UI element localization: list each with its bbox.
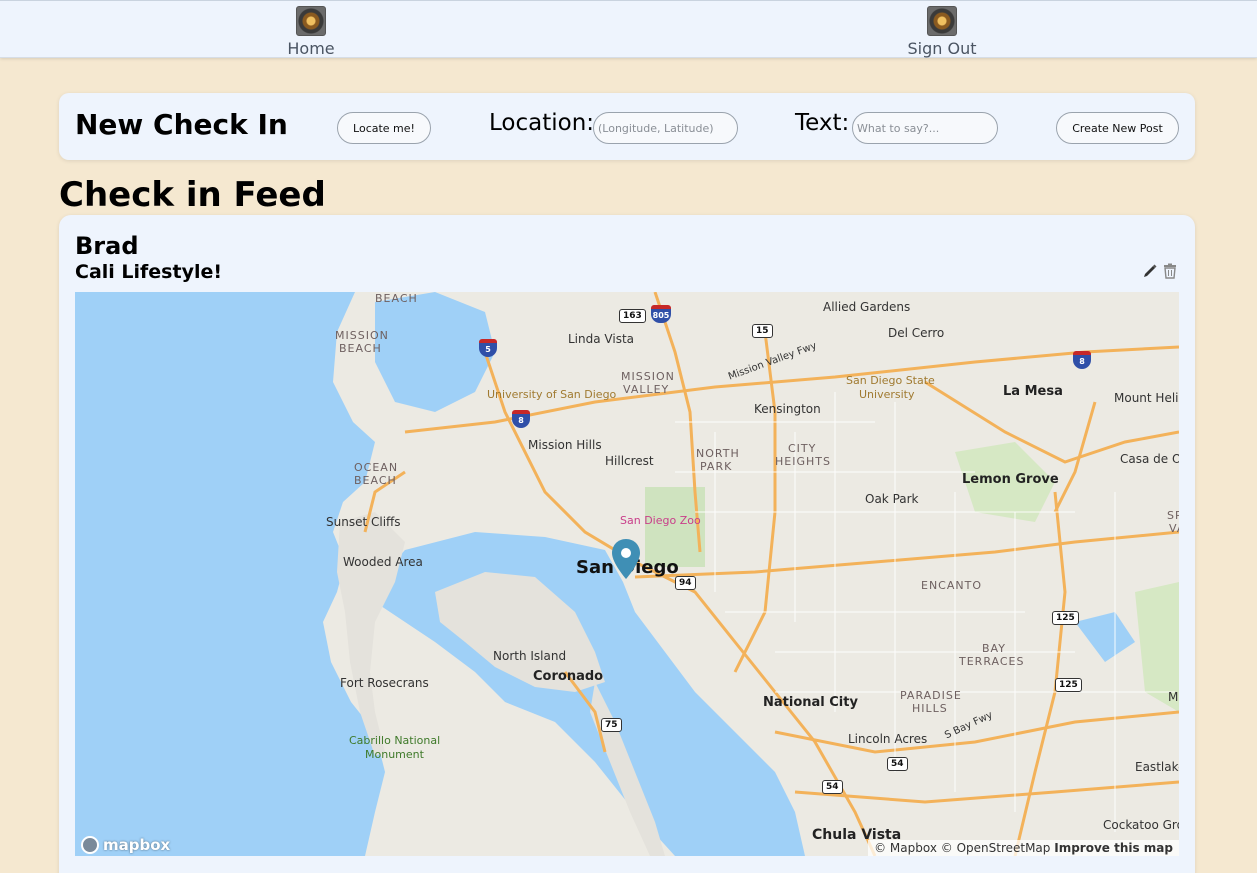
- map-label: Monument: [365, 748, 424, 761]
- highway-shield: 125: [1055, 678, 1082, 692]
- map-label: BEACH: [375, 292, 418, 305]
- highway-shield: 163: [619, 309, 646, 323]
- map-label: Linda Vista: [568, 332, 634, 346]
- map-label: BAY: [982, 642, 1006, 655]
- highway-shield: 125: [1052, 611, 1079, 625]
- map-label: VAL: [1169, 522, 1179, 535]
- map-label: BEACH: [354, 474, 397, 487]
- map-label: Casa de Oro: [1120, 452, 1179, 466]
- improve-map-link[interactable]: Improve this map: [1054, 841, 1173, 855]
- highway-shield: 94: [675, 576, 696, 590]
- map-label: MISSION: [335, 329, 389, 342]
- mapbox-logo-text: mapbox: [103, 836, 171, 854]
- create-post-button[interactable]: Create New Post: [1056, 112, 1179, 144]
- map-label: Allied Gardens: [823, 300, 911, 314]
- map-label: Sunset Cliffs: [326, 515, 401, 529]
- new-checkin-card: New Check In Locate me! Location: Text: …: [59, 93, 1195, 160]
- mapbox-logo-icon: [81, 836, 99, 854]
- nav-signout-label: Sign Out: [907, 39, 977, 58]
- top-nav: Home Sign Out: [0, 0, 1257, 58]
- map-label: SPR: [1167, 509, 1179, 522]
- map-label: PARADISE: [900, 689, 962, 702]
- map-label: Wooded Area: [343, 555, 423, 569]
- checkin-title: New Check In: [75, 108, 288, 141]
- location-input[interactable]: [593, 112, 738, 144]
- nav-signout-button[interactable]: Sign Out: [882, 6, 1002, 58]
- map-label: Del Cerro: [888, 326, 945, 340]
- signout-icon: [927, 6, 957, 36]
- text-label: Text:: [795, 110, 850, 136]
- map-label: VALLEY: [623, 383, 670, 396]
- map-label: Cockatoo Grove: [1103, 818, 1179, 832]
- mapbox-logo[interactable]: mapbox: [81, 836, 170, 854]
- map-label: Cabrillo National: [349, 734, 441, 747]
- locate-me-button[interactable]: Locate me!: [337, 112, 431, 144]
- location-label: Location:: [489, 110, 595, 136]
- home-icon: [296, 6, 326, 36]
- map-label: TERRACES: [959, 655, 1025, 668]
- map-label: OCEAN: [354, 461, 399, 474]
- highway-shield: 805: [651, 305, 671, 323]
- trash-icon[interactable]: [1162, 263, 1178, 279]
- map-attribution: © Mapbox © OpenStreetMap Improve this ma…: [868, 840, 1179, 856]
- map-label: Oak Park: [865, 492, 919, 506]
- map-label: Lemon Grove: [962, 472, 1059, 487]
- map-label: MISSION: [621, 370, 675, 383]
- map-label: National City: [763, 695, 858, 710]
- map-label: PARK: [700, 460, 733, 473]
- post-card: Brad Cali Lifestyle! BEACH MISSION BEACH…: [59, 215, 1195, 873]
- map-label: University of San Diego: [487, 388, 617, 401]
- highway-shield: 8: [512, 410, 530, 428]
- map-label: Eastlake: [1135, 760, 1179, 774]
- edit-icon[interactable]: [1142, 263, 1158, 279]
- map-label: North Island: [493, 649, 567, 663]
- highway-shield: 8: [1073, 351, 1091, 369]
- map-label: San Diego State: [846, 374, 935, 387]
- map-label: Mo: [1168, 690, 1179, 704]
- map-label: Fort Rosecrans: [340, 676, 429, 690]
- highway-shield: 75: [601, 718, 622, 732]
- map-label: BEACH: [339, 342, 382, 355]
- map-label: La Mesa: [1003, 384, 1063, 399]
- post-text: Cali Lifestyle!: [75, 261, 223, 283]
- highway-shield: 54: [887, 757, 908, 771]
- map-label: Kensington: [754, 402, 821, 416]
- feed-title: Check in Feed: [59, 175, 326, 215]
- map-label: NORTH: [696, 447, 740, 460]
- map-label: HILLS: [912, 702, 948, 715]
- map-label: Mount Helix: [1114, 391, 1179, 405]
- text-input[interactable]: [852, 112, 998, 144]
- highway-shield: 15: [752, 324, 773, 338]
- nav-home-label: Home: [287, 39, 335, 58]
- post-author: Brad: [75, 232, 139, 260]
- map-label: CITY: [788, 442, 817, 455]
- map-label: Mission Hills: [528, 438, 602, 452]
- highway-shield: 5: [479, 339, 497, 357]
- attribution-text[interactable]: © Mapbox © OpenStreetMap: [874, 841, 1050, 855]
- map[interactable]: BEACH MISSION BEACH OCEAN BEACH Sunset C…: [75, 292, 1179, 856]
- map-label: Hillcrest: [605, 454, 654, 468]
- map-label: ENCANTO: [921, 579, 982, 592]
- map-label: Coronado: [533, 669, 604, 684]
- location-pin-icon[interactable]: [612, 539, 640, 579]
- map-label: San Diego Zoo: [620, 514, 701, 527]
- map-label: HEIGHTS: [775, 455, 831, 468]
- nav-home-button[interactable]: Home: [251, 6, 371, 58]
- map-label: University: [859, 388, 915, 401]
- map-label: Lincoln Acres: [848, 732, 928, 746]
- highway-shield: 54: [822, 780, 843, 794]
